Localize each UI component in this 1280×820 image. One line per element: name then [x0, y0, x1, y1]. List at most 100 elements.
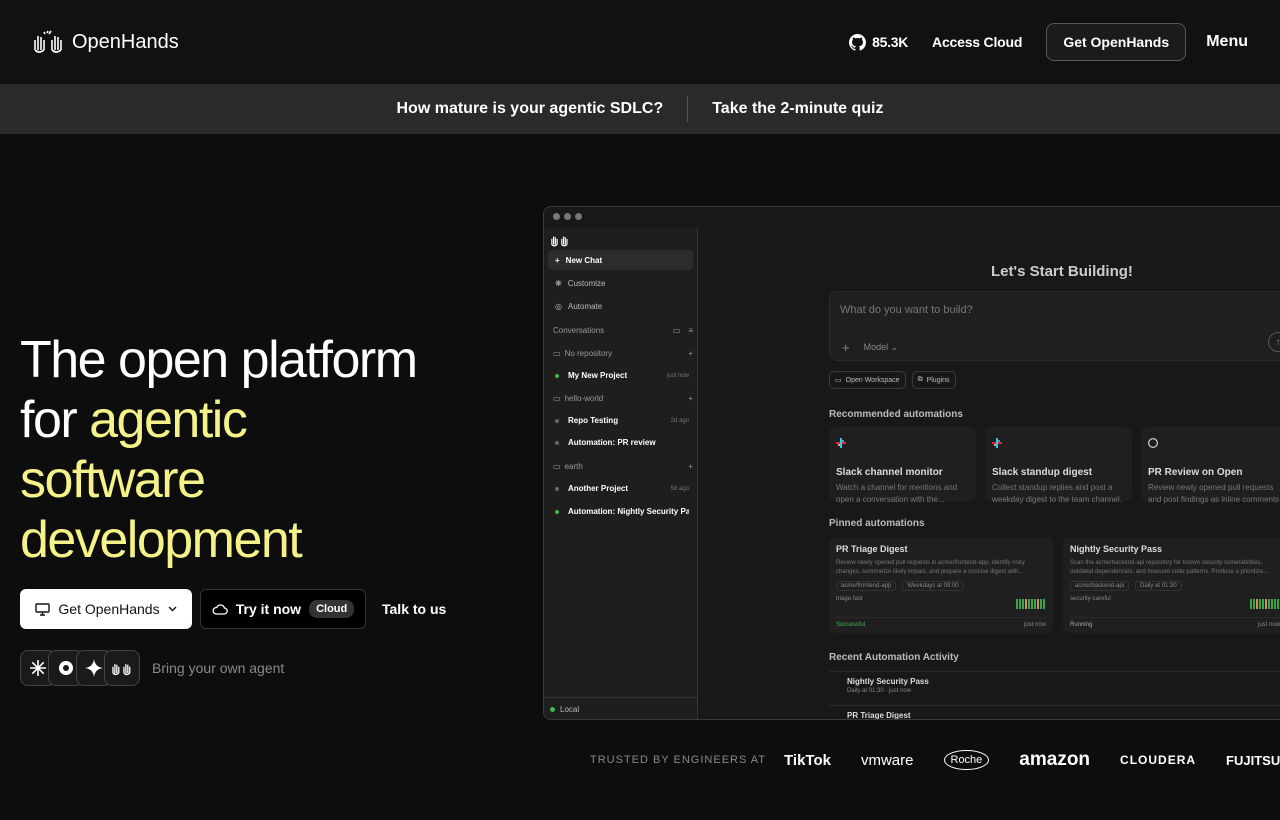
pinned-automation-card[interactable]: Nightly Security Pass Scan the acme/back… [1063, 537, 1280, 633]
pinned-schedule: Weekdays at 09:00 [902, 581, 964, 591]
send-arrow-icon[interactable]: ↑ [1268, 332, 1280, 352]
conversation-item[interactable]: Automation: Nightly Security Pa... [555, 507, 689, 516]
pinned-automation-card[interactable]: PR Triage Digest Review newly opened pul… [829, 537, 1053, 633]
card-title: PR Review on Open [1148, 467, 1243, 478]
sidebar-footer-local[interactable]: Local [544, 697, 698, 719]
trusted-by-logos: TRUSTED BY ENGINEERS AT TikTok vmware Ro… [590, 744, 1280, 776]
banner-question: How mature is your agentic SDLC? [396, 100, 664, 117]
conversation-time: 5d ago [670, 485, 689, 492]
status-dot [555, 373, 559, 378]
top-nav: OpenHands 85.3K Access Cloud Get OpenHan… [0, 0, 1280, 84]
brand-name: OpenHands [72, 30, 179, 53]
brand-logo[interactable]: OpenHands [32, 30, 179, 54]
prompt-placeholder: What do you want to build? [840, 304, 973, 316]
cloud-icon [212, 603, 228, 615]
folder-icon[interactable]: ▭ [673, 326, 681, 335]
activity-title: Nightly Security Pass [847, 677, 929, 686]
sidebar-logo-icon [551, 236, 568, 247]
activity-row[interactable]: Nightly Security Pass Daily at 01:30 · j… [829, 671, 1280, 703]
recommended-label: Recommended automations [829, 409, 963, 420]
trusted-label: TRUSTED BY ENGINEERS AT [590, 754, 767, 766]
card-desc: Review newly opened pull requests and po… [1148, 483, 1280, 504]
plus-icon: + [555, 255, 560, 265]
status-dot [555, 418, 559, 423]
pinned-time: just now [1257, 622, 1280, 628]
conversation-time: just now [666, 372, 689, 379]
conversation-item[interactable]: My New Project just now [555, 371, 689, 380]
card-title: Slack channel monitor [836, 467, 943, 478]
app-main: Let's Start Building! What do you want t… [698, 227, 1280, 720]
github-star-count: 85.3K [872, 34, 909, 50]
hero-title: The open platform for agentic software d… [20, 330, 520, 570]
group-label: No repository [564, 349, 613, 358]
conversation-title: Automation: Nightly Security Pa... [568, 507, 689, 516]
recommended-card[interactable]: Slack channel monitor Watch a channel fo… [829, 427, 976, 504]
amazon-logo: amazon [1019, 749, 1091, 770]
vmware-logo: vmware [860, 751, 914, 769]
sidebar-automate[interactable]: ◎ Automate [548, 296, 693, 316]
model-selector[interactable]: Model ⌄ [864, 342, 899, 353]
try-it-now-button[interactable]: Try it now Cloud [200, 589, 366, 629]
filter-icon[interactable]: ≡ [688, 326, 693, 335]
hero-title-for: for [20, 391, 90, 449]
group-hello-world[interactable]: ▭ hello-world + [553, 394, 693, 403]
sidebar-customize[interactable]: ❋ Customize [548, 273, 693, 293]
pinned-title: PR Triage Digest [836, 544, 908, 554]
customize-icon: ❋ [555, 278, 562, 288]
monitor-icon [35, 602, 51, 616]
card-title: Slack standup digest [992, 467, 1093, 478]
plus-icon[interactable]: + [688, 349, 693, 358]
conversation-item[interactable]: Another Project 5d ago [555, 484, 689, 493]
group-label: hello-world [564, 394, 604, 403]
pinned-schedule: Daily at 01:30 [1135, 581, 1182, 591]
prompt-box[interactable]: What do you want to build? + Model ⌄ ↑ [829, 291, 1280, 361]
conversations-header: Conversations ▭ ≡ [553, 326, 693, 335]
conversation-item[interactable]: Repo Testing 2d ago [555, 416, 689, 425]
group-no-repository[interactable]: ▭ No repository + [553, 349, 693, 358]
recommended-card[interactable]: PR Review on Open Review newly opened pu… [1141, 427, 1280, 504]
roche-logo: Roche [943, 750, 990, 770]
pinned-label: Pinned automations [829, 518, 925, 529]
pinned-status: Successful [836, 622, 866, 628]
banner-quiz-link[interactable]: Take the 2-minute quiz [712, 100, 883, 118]
sidebar-new-chat[interactable]: + New Chat [548, 250, 693, 270]
plus-icon[interactable]: + [688, 394, 693, 403]
hero-ctas: Get OpenHands Try it now Cloud Talk to u… [20, 589, 446, 629]
status-dot [555, 486, 559, 491]
group-earth[interactable]: ▭ earth + [553, 462, 693, 471]
github-stars-link[interactable]: 85.3K [849, 33, 909, 51]
chip-label: Open Workspace [845, 376, 900, 384]
access-cloud-link[interactable]: Access Cloud [932, 34, 1022, 50]
fujitsu-logo: FUJITSU [1226, 752, 1280, 768]
recommended-card[interactable]: Slack standup digest Collect standup rep… [985, 427, 1132, 504]
github-icon [849, 33, 867, 51]
activity-title: PR Triage Digest [847, 711, 911, 720]
automate-icon: ◎ [555, 301, 562, 311]
window-controls [553, 213, 582, 220]
chevron-down-icon [168, 606, 177, 612]
activity-row[interactable]: PR Triage Digest [829, 705, 1280, 720]
plus-icon[interactable]: + [688, 462, 693, 471]
conversation-title: Repo Testing [568, 416, 619, 425]
plugins-chip[interactable]: ⧉ Plugins [911, 371, 956, 389]
activity-desc: Daily at 01:30 · just now [847, 688, 912, 694]
open-workspace-chip[interactable]: ▭ Open Workspace [829, 371, 906, 389]
openhands-agent-icon[interactable] [104, 650, 140, 686]
menu-button[interactable]: Menu [1206, 33, 1248, 51]
local-label: Local [560, 705, 580, 714]
hero-title-highlight-3: development [20, 511, 303, 569]
pinned-tag: security-careful [1070, 596, 1111, 602]
slack-icon [836, 438, 846, 448]
pinned-tag: triage-fast [836, 596, 863, 602]
plus-icon[interactable]: + [842, 340, 850, 355]
get-openhands-dropdown-button[interactable]: Get OpenHands [20, 589, 192, 629]
talk-to-us-link[interactable]: Talk to us [382, 601, 446, 617]
run-history-bars [1250, 597, 1279, 609]
card-desc: Watch a channel for mentions and open a … [836, 483, 958, 504]
get-openhands-label: Get OpenHands [58, 601, 160, 617]
conversation-item[interactable]: Automation: PR review [555, 438, 689, 447]
conversation-title: Automation: PR review [568, 438, 656, 447]
pinned-time: just now [1023, 622, 1046, 628]
model-label: Model [863, 342, 889, 352]
get-openhands-button[interactable]: Get OpenHands [1046, 23, 1187, 61]
